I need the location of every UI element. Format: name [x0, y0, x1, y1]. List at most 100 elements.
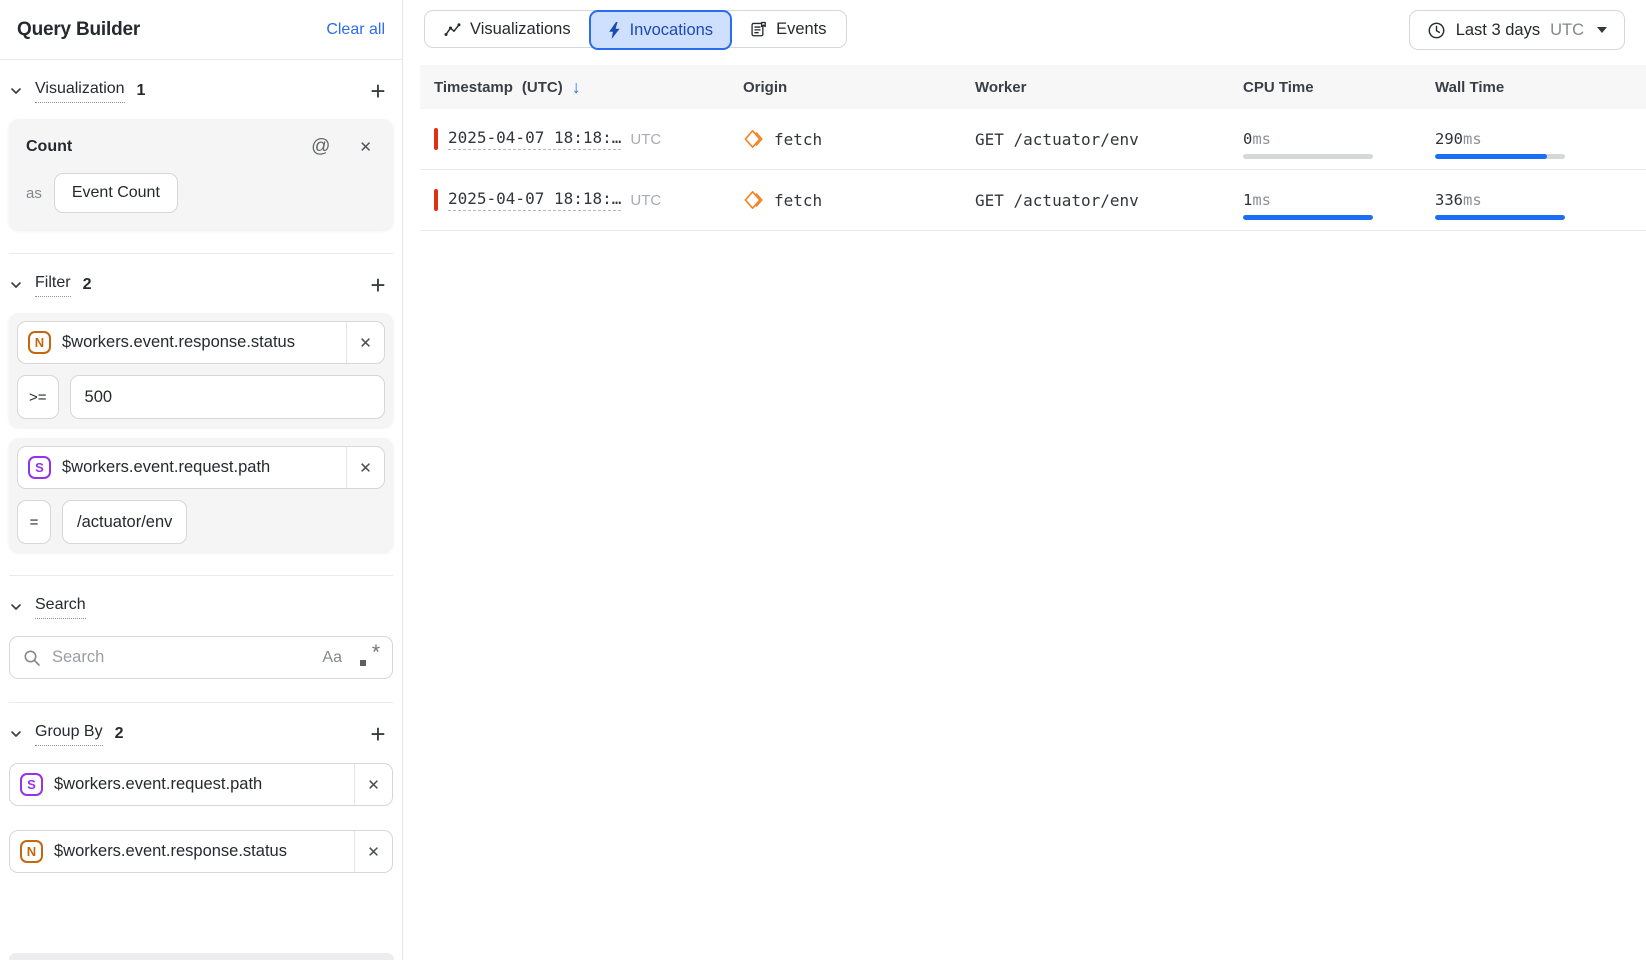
timestamp-value: 2025-04-07 18:18:…	[448, 189, 621, 211]
fetch-origin-icon	[743, 128, 765, 150]
fetch-origin-icon	[743, 189, 765, 211]
filter-operator-select[interactable]: >=	[17, 375, 59, 419]
chevron-down-icon[interactable]	[9, 600, 35, 614]
group-by-field-select[interactable]: N $workers.event.response.status ✕	[9, 830, 393, 873]
filter-field-name: $workers.event.request.path	[62, 458, 346, 477]
group-by-field-select[interactable]: S $workers.event.request.path ✕	[9, 763, 393, 806]
as-label: as	[26, 185, 42, 202]
visualization-card: Count @ ✕ as Event Count	[9, 119, 393, 230]
tab-label: Events	[776, 20, 826, 39]
wall-time-metric: 336ms	[1435, 181, 1646, 220]
clear-all-link[interactable]: Clear all	[326, 21, 385, 39]
remove-visualization-button[interactable]: ✕	[359, 138, 372, 156]
time-range-select[interactable]: Last 3 days UTC	[1409, 10, 1625, 50]
next-section-card-edge	[9, 953, 394, 960]
at-icon[interactable]: @	[311, 136, 330, 158]
sidebar-header: Query Builder Clear all	[0, 0, 402, 60]
caret-down-icon	[1597, 27, 1607, 33]
clock-icon	[1427, 21, 1446, 40]
origin-value: fetch	[774, 191, 822, 210]
table-row[interactable]: 2025-04-07 18:18:… UTC fetch GET /actuat…	[420, 109, 1646, 170]
filter-card: N $workers.event.response.status ✕ >= 50…	[9, 313, 393, 427]
match-case-toggle[interactable]: Aa	[322, 649, 342, 667]
chevron-down-icon[interactable]	[9, 727, 35, 741]
error-marker	[434, 128, 438, 150]
group-by-field-name: $workers.event.request.path	[54, 775, 354, 794]
tab-invocations[interactable]: Invocations	[589, 10, 732, 50]
remove-group-by-button[interactable]: ✕	[355, 776, 392, 794]
cpu-time-bar	[1243, 215, 1373, 220]
add-group-by-button[interactable]: +	[363, 721, 393, 747]
filter-field-name: $workers.event.response.status	[62, 333, 346, 352]
column-header-wall-time: Wall Time	[1425, 79, 1646, 96]
error-marker	[434, 189, 438, 211]
column-header-worker: Worker	[975, 79, 1233, 96]
tab-label: Invocations	[630, 21, 713, 40]
filter-section-label: Filter	[35, 274, 71, 297]
search-input[interactable]	[52, 648, 311, 667]
string-type-badge: S	[20, 773, 43, 796]
column-header-origin: Origin	[743, 79, 975, 96]
column-header-timestamp[interactable]: Timestamp (UTC) ↓	[420, 77, 743, 98]
regex-toggle-icon[interactable]: *	[359, 648, 379, 668]
remove-group-by-button[interactable]: ✕	[355, 843, 392, 861]
origin-value: fetch	[774, 130, 822, 149]
events-icon	[750, 21, 767, 38]
chevron-down-icon[interactable]	[9, 278, 35, 292]
filter-value-input[interactable]: /actuator/env	[62, 500, 187, 544]
page-title: Query Builder	[17, 19, 140, 41]
filter-operator-select[interactable]: =	[17, 500, 51, 544]
worker-value: GET /actuator/env	[975, 130, 1233, 149]
search-icon	[23, 649, 41, 667]
worker-value: GET /actuator/env	[975, 191, 1233, 210]
search-box: Aa *	[9, 636, 393, 679]
tab-label: Visualizations	[470, 20, 571, 39]
filter-field-select[interactable]: S $workers.event.request.path ✕	[17, 446, 385, 489]
add-visualization-button[interactable]: +	[363, 78, 393, 104]
filter-section: Filter 2 + N $workers.event.response.sta…	[0, 254, 402, 576]
search-section-label: Search	[35, 596, 86, 619]
wall-time-metric: 290ms	[1435, 120, 1646, 159]
time-range-label: Last 3 days	[1456, 21, 1540, 40]
filter-count: 2	[83, 276, 92, 294]
visualization-count: 1	[137, 82, 146, 100]
chart-line-icon	[444, 21, 461, 38]
column-header-cpu-time: CPU Time	[1233, 79, 1425, 96]
timezone-label: UTC	[630, 131, 661, 148]
chevron-down-icon[interactable]	[9, 84, 35, 98]
lightning-icon	[608, 22, 621, 39]
filter-card: S $workers.event.request.path ✕ = /actua…	[9, 438, 393, 552]
remove-filter-button[interactable]: ✕	[347, 334, 384, 352]
remove-filter-button[interactable]: ✕	[347, 459, 384, 477]
cpu-time-bar	[1243, 154, 1373, 159]
tab-events[interactable]: Events	[731, 11, 845, 47]
group-by-field-name: $workers.event.response.status	[54, 842, 354, 861]
visualization-section-label: Visualization	[35, 80, 125, 103]
table-header: Timestamp (UTC) ↓ Origin Worker CPU Time…	[420, 65, 1646, 109]
cpu-time-metric: 0ms	[1243, 120, 1425, 159]
group-by-section-label: Group By	[35, 723, 103, 746]
view-tab-group: Visualizations Invocations Events	[424, 10, 847, 48]
time-range-timezone: UTC	[1550, 21, 1584, 40]
visualization-alias-button[interactable]: Event Count	[54, 173, 178, 213]
filter-field-select[interactable]: N $workers.event.response.status ✕	[17, 321, 385, 364]
results-panel: Visualizations Invocations Events Last 3…	[404, 0, 1646, 960]
visualization-section: Visualization 1 + Count @ ✕ as Event Cou…	[0, 60, 402, 254]
sort-desc-icon: ↓	[572, 77, 581, 98]
add-filter-button[interactable]: +	[363, 272, 393, 298]
query-builder-sidebar: Query Builder Clear all Visualization 1 …	[0, 0, 403, 960]
tab-visualizations[interactable]: Visualizations	[425, 11, 590, 47]
number-type-badge: N	[28, 331, 51, 354]
results-toolbar: Visualizations Invocations Events Last 3…	[404, 0, 1646, 50]
search-section: Search Aa *	[0, 576, 402, 703]
wall-time-bar	[1435, 154, 1565, 159]
filter-value-input[interactable]: 500	[70, 375, 385, 419]
group-by-section: Group By 2 + S $workers.event.request.pa…	[0, 703, 402, 873]
timezone-label: UTC	[630, 192, 661, 209]
group-by-count: 2	[115, 725, 124, 743]
visualization-function: Count	[26, 138, 72, 156]
cpu-time-metric: 1ms	[1243, 181, 1425, 220]
table-row[interactable]: 2025-04-07 18:18:… UTC fetch GET /actuat…	[420, 170, 1646, 231]
timestamp-value: 2025-04-07 18:18:…	[448, 128, 621, 150]
string-type-badge: S	[28, 456, 51, 479]
